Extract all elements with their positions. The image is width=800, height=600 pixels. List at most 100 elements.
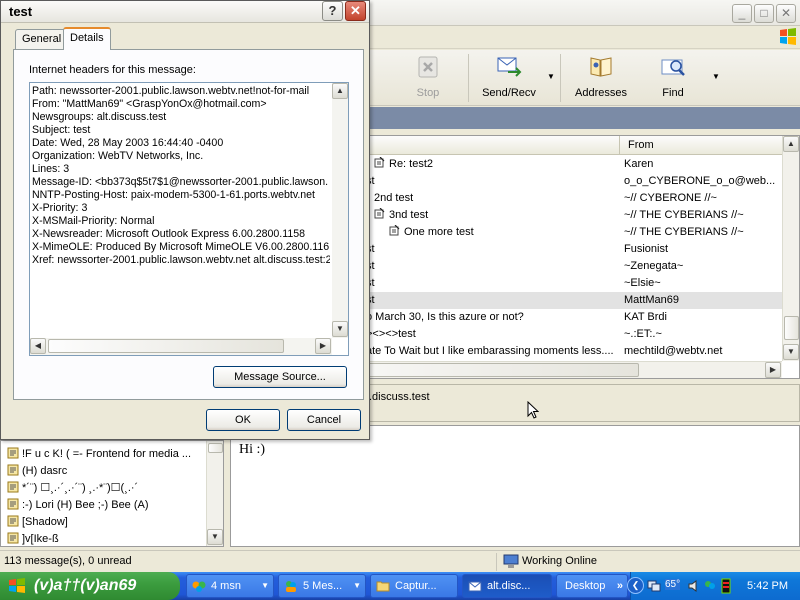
ok-button[interactable]: OK	[206, 409, 280, 431]
message-from: o_o_CYBERONE_o_o@web...	[624, 175, 776, 187]
folder-name: ]v[Ike-ß	[22, 533, 59, 545]
tray-expand-icon[interactable]: ❮	[627, 577, 644, 594]
task-msn-label: 4 msn	[211, 580, 241, 592]
message-list-vertical-scrollbar[interactable]: ▲ ▼	[782, 136, 799, 361]
message-properties-dialog: test ? ✕ General Details Internet header…	[0, 0, 370, 440]
tab-general[interactable]: General	[15, 29, 69, 49]
help-button[interactable]: ?	[322, 1, 343, 21]
stop-icon	[418, 56, 438, 78]
message-subject: st	[366, 275, 619, 292]
task-capture[interactable]: Captur...	[370, 574, 458, 598]
newsgroup-icon	[7, 515, 19, 527]
folder-item[interactable]: *´¨) ☐¸.·´¸.·´¨) ¸.·*¨)☐(¸.·´	[7, 480, 203, 497]
find-label: Find	[662, 87, 684, 99]
internet-headers-textbox[interactable]: Path: newssorter-2001.public.lawson.webt…	[29, 82, 349, 356]
message-from: MattMan69	[624, 294, 680, 306]
folder-name: :-) Lori (H) Bee ;-) Bee (A)	[22, 499, 149, 511]
preview-newsgroup: .discuss.test	[369, 391, 430, 403]
stop-label: Stop	[416, 87, 440, 99]
message-from: ~.:ET:.~	[624, 328, 662, 340]
message-subject: ><><>test	[366, 326, 619, 343]
close-button[interactable]: ✕	[776, 4, 796, 23]
headers-scroll-down-button[interactable]: ▼	[332, 321, 348, 337]
tab-details[interactable]: Details	[63, 27, 111, 50]
dialog-title: test	[9, 4, 33, 19]
newsgroup-icon	[7, 447, 19, 459]
folder-item[interactable]: !F u c K! ( =- Frontend for media ...	[7, 446, 203, 463]
addresses-button[interactable]: Addresses	[572, 54, 630, 99]
header-line: X-Newsreader: Microsoft Outlook Express …	[32, 228, 306, 240]
status-divider	[496, 553, 497, 571]
headers-scroll-up-button[interactable]: ▲	[332, 83, 348, 99]
system-tray: ❮ 65° 5:42 PM	[627, 572, 800, 600]
messenger-icon	[286, 581, 296, 592]
dialog-close-button[interactable]: ✕	[345, 1, 366, 21]
send-receive-icon	[497, 57, 522, 77]
message-from: Fusionist	[624, 243, 669, 255]
network-icon[interactable]	[647, 579, 661, 593]
message-from: ~Zenegata~	[624, 260, 684, 272]
cancel-button[interactable]: Cancel	[287, 409, 361, 431]
headers-horizontal-thumb[interactable]	[48, 339, 284, 353]
from-column-header[interactable]: From	[628, 139, 654, 151]
dialog-title-bar: test ? ✕	[1, 1, 369, 23]
speaker-icon[interactable]	[687, 579, 701, 593]
address-book-icon	[590, 57, 612, 77]
folder-item[interactable]: [Shadow]	[7, 514, 203, 531]
meter-icon[interactable]	[719, 578, 733, 594]
folder-list[interactable]: !F u c K! ( =- Frontend for media ... (H)…	[0, 440, 224, 547]
task-msn[interactable]: 4 msn ▼	[186, 574, 274, 598]
find-dropdown-icon[interactable]: ▼	[712, 72, 720, 81]
addresses-label: Addresses	[575, 87, 627, 99]
message-subject: o March 30, Is this azure or not?	[366, 309, 619, 326]
headers-scroll-right-button[interactable]: ▶	[315, 338, 331, 354]
newsgroup-icon	[7, 481, 19, 493]
header-line: NNTP-Posting-Host: paix-modem-5300-1-61.…	[32, 189, 316, 201]
scroll-up-button[interactable]: ▲	[783, 136, 799, 152]
reply-post-icon	[374, 208, 385, 219]
start-button[interactable]: (v)a††(v)an69	[0, 572, 180, 600]
folder-item[interactable]: ]v[Ike-ß	[7, 531, 203, 548]
send-receive-button[interactable]: Send/Recv	[478, 54, 540, 99]
folder-list-scrollbar[interactable]: ▼	[206, 441, 223, 546]
minimize-button[interactable]: _	[732, 4, 752, 23]
scroll-down-button[interactable]: ▼	[783, 344, 799, 360]
quick-launch-chevron-icon: »	[616, 580, 623, 592]
find-button[interactable]: Find	[650, 54, 696, 99]
task-messenger[interactable]: 5 Mes... ▼	[278, 574, 366, 598]
preview-pane[interactable]: Hi :)	[230, 425, 800, 547]
reply-post-icon	[374, 157, 385, 168]
headers-scroll-left-button[interactable]: ◀	[30, 338, 46, 354]
newsgroup-icon	[7, 498, 19, 510]
tray-temperature[interactable]: 65°	[665, 579, 681, 590]
message-subject: 3nd test	[374, 207, 619, 224]
header-line: Organization: WebTV Networks, Inc.	[32, 150, 204, 162]
folder-scroll-thumb[interactable]	[208, 443, 223, 453]
find-icon	[661, 59, 685, 76]
message-from: ~// THE CYBERIANS //~	[624, 209, 744, 221]
task-desktop[interactable]: Desktop »	[556, 574, 628, 598]
folder-item[interactable]: (H) dasrc	[7, 463, 203, 480]
maximize-button[interactable]: □	[754, 4, 774, 23]
windows-logo-icon	[780, 28, 796, 45]
newsgroup-icon	[7, 532, 19, 544]
messenger-status-icon[interactable]	[703, 579, 717, 593]
header-line: Message-ID: <bb373q$5t7$1@newssorter-200…	[32, 176, 329, 188]
scroll-thumb[interactable]	[784, 316, 799, 340]
headers-horizontal-scrollbar[interactable]: ◀ ▶	[30, 338, 332, 355]
internet-headers-label: Internet headers for this message:	[29, 64, 196, 76]
stop-button[interactable]: Stop	[404, 54, 452, 99]
send-receive-dropdown-icon[interactable]: ▼	[547, 72, 555, 81]
send-receive-label: Send/Recv	[482, 87, 536, 99]
folder-scroll-down-button[interactable]: ▼	[207, 529, 223, 545]
message-subject: st	[366, 292, 619, 309]
headers-vertical-scrollbar[interactable]: ▲ ▼	[332, 83, 348, 338]
folder-item[interactable]: :-) Lori (H) Bee ;-) Bee (A)	[7, 497, 203, 514]
mouse-cursor-icon	[527, 401, 539, 419]
taskbar-clock[interactable]: 5:42 PM	[747, 572, 788, 600]
task-alt-discuss[interactable]: alt.disc...	[462, 574, 552, 598]
message-source-button[interactable]: Message Source...	[213, 366, 347, 388]
header-line: Date: Wed, 28 May 2003 16:44:40 -0400	[32, 137, 224, 149]
reply-post-icon	[389, 225, 400, 236]
scroll-right-button[interactable]: ▶	[765, 362, 781, 378]
